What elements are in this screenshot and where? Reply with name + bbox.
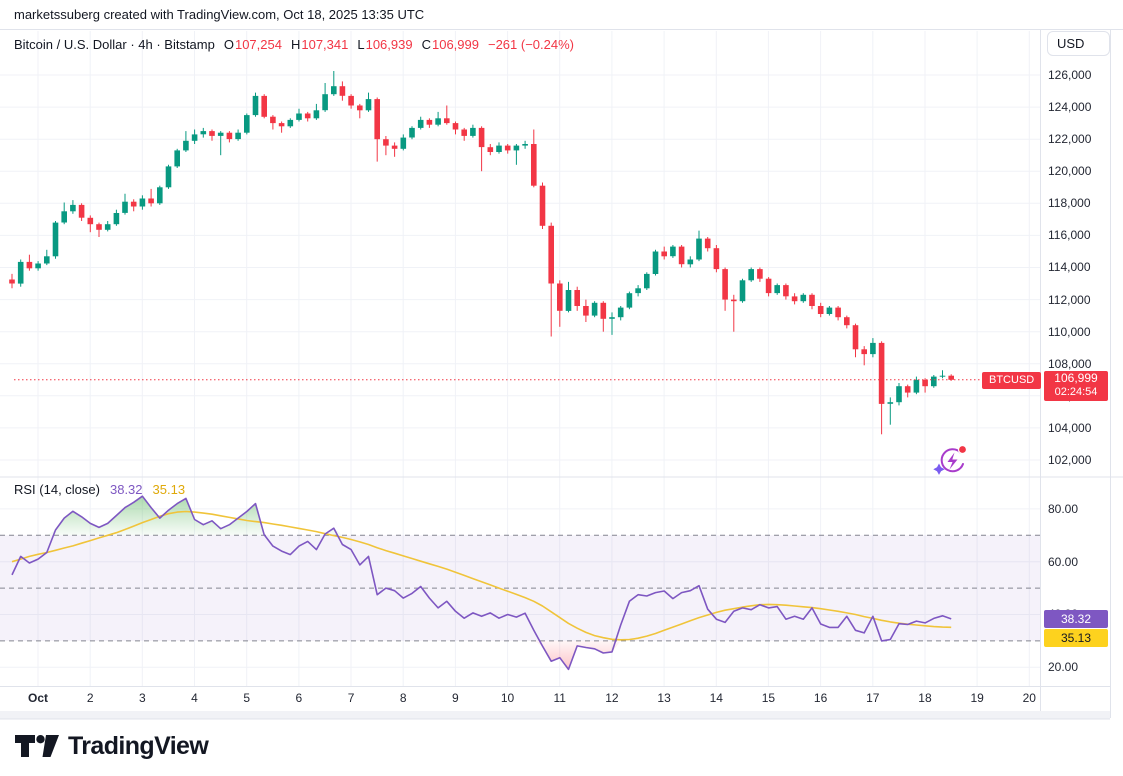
- price-axis-label: 126,000: [1048, 67, 1091, 83]
- time-axis-label: 20: [1023, 691, 1036, 705]
- time-axis-label: 4: [191, 691, 198, 705]
- rsi-axis-label: 60.00: [1048, 554, 1078, 570]
- price-axis-label: 124,000: [1048, 99, 1091, 115]
- price-axis-label: 104,000: [1048, 420, 1091, 436]
- time-axis-label: 12: [605, 691, 618, 705]
- rsi-current-value: 38.32: [110, 482, 143, 497]
- tradingview-logo[interactable]: TradingView: [14, 732, 208, 761]
- price-axis-label: 122,000: [1048, 131, 1091, 147]
- time-axis-label: 15: [762, 691, 775, 705]
- price-axis-label: 110,000: [1048, 324, 1091, 340]
- candle-countdown: 02:24:54: [1044, 386, 1108, 399]
- price-axis-label: 102,000: [1048, 452, 1091, 468]
- currency-toggle-button[interactable]: USD: [1047, 31, 1110, 56]
- rsi-legend[interactable]: RSI (14, close) 38.32 35.13: [14, 482, 185, 497]
- rsi-ma-axis-badge: 35.13: [1044, 629, 1108, 647]
- symbol-price-line-label: BTCUSD: [982, 372, 1041, 389]
- chart-canvas[interactable]: [0, 0, 1123, 776]
- attribution-bar: marketssuberg created with TradingView.c…: [0, 0, 1123, 30]
- rsi-axis-label: 20.00: [1048, 659, 1078, 675]
- time-axis-label: 13: [657, 691, 670, 705]
- time-axis-label: 5: [243, 691, 250, 705]
- symbol-title[interactable]: Bitcoin / U.S. Dollar · 4h · Bitstamp: [14, 37, 215, 52]
- time-axis-label: 10: [501, 691, 514, 705]
- time-axis-label: 16: [814, 691, 827, 705]
- price-axis-label: 118,000: [1048, 195, 1091, 211]
- rsi-overbought-fill: [12, 496, 951, 535]
- time-axis-label: 9: [452, 691, 459, 705]
- time-axis-label: 7: [348, 691, 355, 705]
- tradingview-logo-mark: [14, 733, 60, 760]
- time-axis-label: 18: [918, 691, 931, 705]
- tradingview-logo-text: TradingView: [68, 732, 208, 761]
- rsi-oversold-fill: [12, 641, 951, 670]
- time-axis-label: 3: [139, 691, 146, 705]
- time-axis-label: 6: [296, 691, 303, 705]
- ohlc-close: C106,999: [422, 37, 479, 52]
- symbol-legend[interactable]: Bitcoin / U.S. Dollar · 4h · Bitstamp O1…: [14, 37, 574, 52]
- tradingview-chart-widget: marketssuberg created with TradingView.c…: [0, 0, 1123, 776]
- price-change: −261 (−0.24%): [488, 37, 574, 52]
- rsi-axis-label: 80.00: [1048, 501, 1078, 517]
- price-axis-label: 116,000: [1048, 227, 1091, 243]
- time-axis-label: 8: [400, 691, 407, 705]
- ohlc-open: O107,254: [224, 37, 282, 52]
- rsi-title[interactable]: RSI (14, close): [14, 482, 100, 497]
- time-axis-label: 2: [87, 691, 94, 705]
- price-axis-label: 114,000: [1048, 259, 1091, 275]
- last-price-value: 106,999: [1044, 371, 1108, 386]
- time-axis-label: 11: [554, 691, 566, 705]
- price-axis-label: 120,000: [1048, 163, 1091, 179]
- time-axis-label: Oct: [28, 691, 48, 705]
- last-price-badge: 106,999 02:24:54: [1044, 371, 1108, 401]
- time-axis-label: 19: [970, 691, 983, 705]
- price-axis-label: 112,000: [1048, 292, 1091, 308]
- time-axis-label: 14: [710, 691, 723, 705]
- ohlc-low: L106,939: [357, 37, 412, 52]
- rsi-ma-value: 35.13: [153, 482, 186, 497]
- ohlc-high: H107,341: [291, 37, 348, 52]
- time-axis-label: 17: [866, 691, 879, 705]
- price-axis-label: 108,000: [1048, 356, 1091, 372]
- rsi-axis-badge: 38.32: [1044, 610, 1108, 628]
